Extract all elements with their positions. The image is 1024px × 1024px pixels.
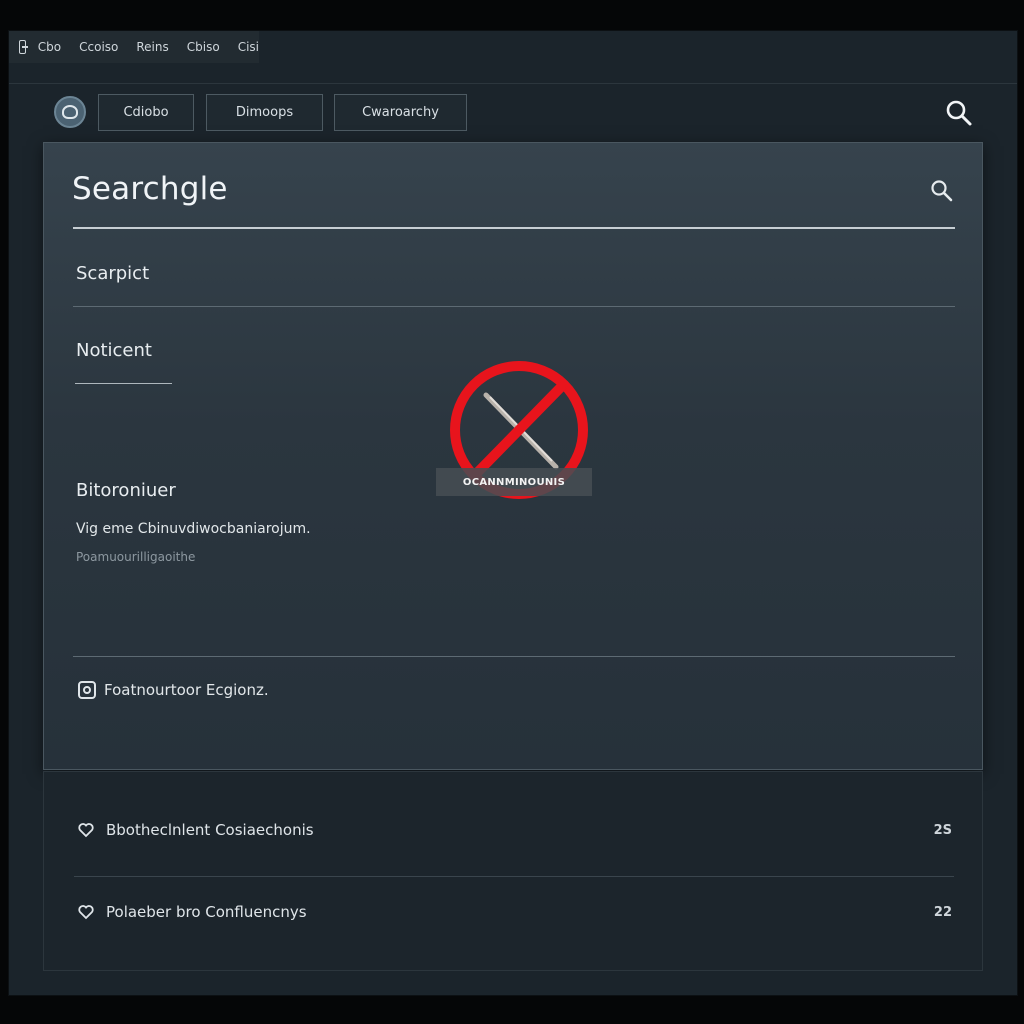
body-subtext: Poamuourilligaoithe bbox=[76, 550, 196, 564]
tab-3[interactable]: Cwaroarchy bbox=[334, 94, 467, 131]
menu-item-5[interactable]: Cisi bbox=[238, 40, 259, 54]
menu-item-1[interactable]: Cbo bbox=[38, 40, 61, 54]
list-item-count: 22 bbox=[933, 904, 952, 920]
search-icon[interactable] bbox=[944, 98, 974, 128]
section-label-2[interactable]: Noticent bbox=[76, 340, 152, 361]
app-icon[interactable] bbox=[19, 40, 28, 54]
list-item-label: Bbotheclnlent Cosiaechonis bbox=[106, 821, 314, 839]
list-item[interactable]: Bbotheclnlent Cosiaechonis 2S bbox=[44, 795, 984, 865]
body-text: Vig eme Cbinuvdiwocbaniarojum. bbox=[76, 521, 311, 537]
menu-item-2[interactable]: Ccoiso bbox=[79, 40, 118, 54]
divider bbox=[73, 656, 955, 657]
tab-1[interactable]: Cdiobo bbox=[98, 94, 194, 131]
list-item[interactable]: Polaeber bro Confluencnys 22 bbox=[44, 877, 984, 947]
logo-icon[interactable] bbox=[54, 96, 86, 128]
menu-bar: Cbo Ccoiso Reins Cbiso Cisi bbox=[9, 31, 259, 63]
results-list: Bbotheclnlent Cosiaechonis 2S Polaeber b… bbox=[43, 771, 983, 971]
search-underline bbox=[73, 227, 955, 229]
divider bbox=[73, 306, 955, 307]
search-icon[interactable] bbox=[929, 178, 955, 204]
list-item-label: Polaeber bro Confluencnys bbox=[106, 903, 307, 921]
page-title: Searchgle bbox=[72, 171, 228, 207]
blocked-caption: OCANNMINOUNIS bbox=[436, 468, 592, 496]
camera-icon bbox=[78, 681, 96, 699]
nav-bar: Cdiobo Dimoops Cwaroarchy bbox=[9, 84, 1017, 140]
list-item-count: 2S bbox=[933, 822, 952, 838]
menu-item-3[interactable]: Reins bbox=[136, 40, 168, 54]
app-window: Cbo Ccoiso Reins Cbiso Cisi Cdiobo Dimoo… bbox=[8, 30, 1018, 996]
footer-link[interactable]: Foatnourtoor Ecgionz. bbox=[78, 681, 269, 699]
section-underline bbox=[75, 383, 172, 384]
menu-item-4[interactable]: Cbiso bbox=[187, 40, 220, 54]
heart-icon bbox=[78, 905, 94, 920]
section-label-3[interactable]: Bitoroniuer bbox=[76, 480, 176, 501]
heart-icon bbox=[78, 823, 94, 838]
section-label-1[interactable]: Scarpict bbox=[76, 263, 149, 284]
tab-2[interactable]: Dimoops bbox=[206, 94, 323, 131]
search-panel: Searchgle Scarpict Noticent OCANNMINOUNI… bbox=[43, 142, 983, 770]
footer-label: Foatnourtoor Ecgionz. bbox=[104, 681, 269, 699]
